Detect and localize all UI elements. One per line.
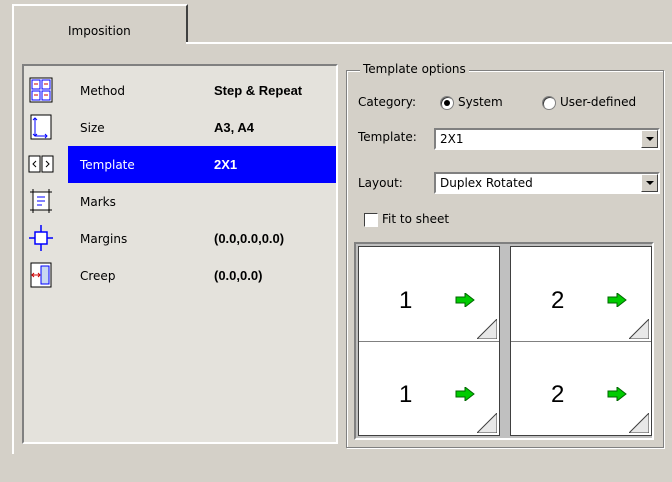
sheet-1: 1 1 (358, 246, 500, 436)
template-select[interactable]: 2X1 (434, 128, 660, 150)
imposition-preview: 1 1 2 2 (354, 242, 654, 440)
chevron-down-icon[interactable] (641, 174, 658, 192)
page-number: 1 (399, 287, 413, 314)
property-row-template[interactable]: Template 2X1 (24, 146, 336, 183)
arrow-right-icon (455, 293, 475, 307)
layout-label: Layout: (358, 176, 403, 190)
property-name: Marks (80, 195, 116, 209)
margins-icon (29, 225, 53, 251)
marks-icon (30, 189, 52, 213)
group-title: Template options (360, 62, 469, 76)
template-select-value: 2X1 (440, 132, 464, 146)
page-tile: 1 (359, 247, 499, 342)
property-name: Margins (80, 232, 128, 246)
property-row-method[interactable]: Method Step & Repeat (24, 72, 336, 109)
property-name: Template (80, 158, 135, 172)
property-value: Step & Repeat (214, 83, 303, 98)
creep-icon (30, 262, 52, 288)
method-icon (29, 77, 53, 103)
fit-to-sheet-checkbox[interactable] (364, 213, 378, 227)
property-row-margins[interactable]: Margins (0.0,0.0,0.0) (24, 220, 336, 257)
page-curl-icon (477, 413, 497, 433)
fit-to-sheet-label: Fit to sheet (382, 212, 450, 226)
property-name: Method (80, 84, 126, 98)
page-tile: 2 (511, 341, 651, 435)
page-curl-icon (629, 413, 649, 433)
arrow-right-icon (607, 293, 627, 307)
property-row-size[interactable]: Size A3, A4 (24, 109, 336, 146)
property-value: (0.0,0.0) (214, 268, 263, 283)
arrow-right-icon (455, 387, 475, 401)
tab-imposition[interactable]: Imposition (12, 4, 188, 42)
radio-system[interactable] (440, 96, 454, 110)
size-icon (30, 114, 52, 140)
category-label: Category: (358, 95, 416, 109)
page-number: 2 (551, 287, 565, 314)
arrow-right-icon (607, 387, 627, 401)
property-name: Creep (80, 269, 116, 283)
radio-user-defined-label: User-defined (560, 95, 637, 109)
page-number: 2 (551, 381, 565, 408)
radio-user-defined[interactable] (542, 96, 556, 110)
sheet-2: 2 2 (510, 246, 652, 436)
template-label: Template: (358, 130, 417, 144)
page-tile: 2 (511, 247, 651, 342)
property-value: (0.0,0.0,0.0) (214, 231, 285, 246)
layout-select-value: Duplex Rotated (440, 176, 533, 190)
chevron-down-icon[interactable] (641, 130, 658, 148)
property-value: 2X1 (214, 157, 238, 172)
page-tile: 1 (359, 341, 499, 435)
property-list: Method Step & Repeat Size A3, A4 Templat… (22, 64, 338, 444)
layout-select[interactable]: Duplex Rotated (434, 172, 660, 194)
template-icon (28, 155, 54, 173)
tab-label: Imposition (68, 24, 131, 38)
tab-join (14, 40, 186, 44)
page-curl-icon (477, 319, 497, 339)
property-row-creep[interactable]: Creep (0.0,0.0) (24, 257, 336, 294)
radio-system-label: System (458, 95, 503, 109)
property-value: A3, A4 (214, 120, 254, 135)
property-row-marks[interactable]: Marks (24, 183, 336, 220)
property-name: Size (80, 121, 105, 135)
page-curl-icon (629, 319, 649, 339)
page-number: 1 (399, 381, 413, 408)
